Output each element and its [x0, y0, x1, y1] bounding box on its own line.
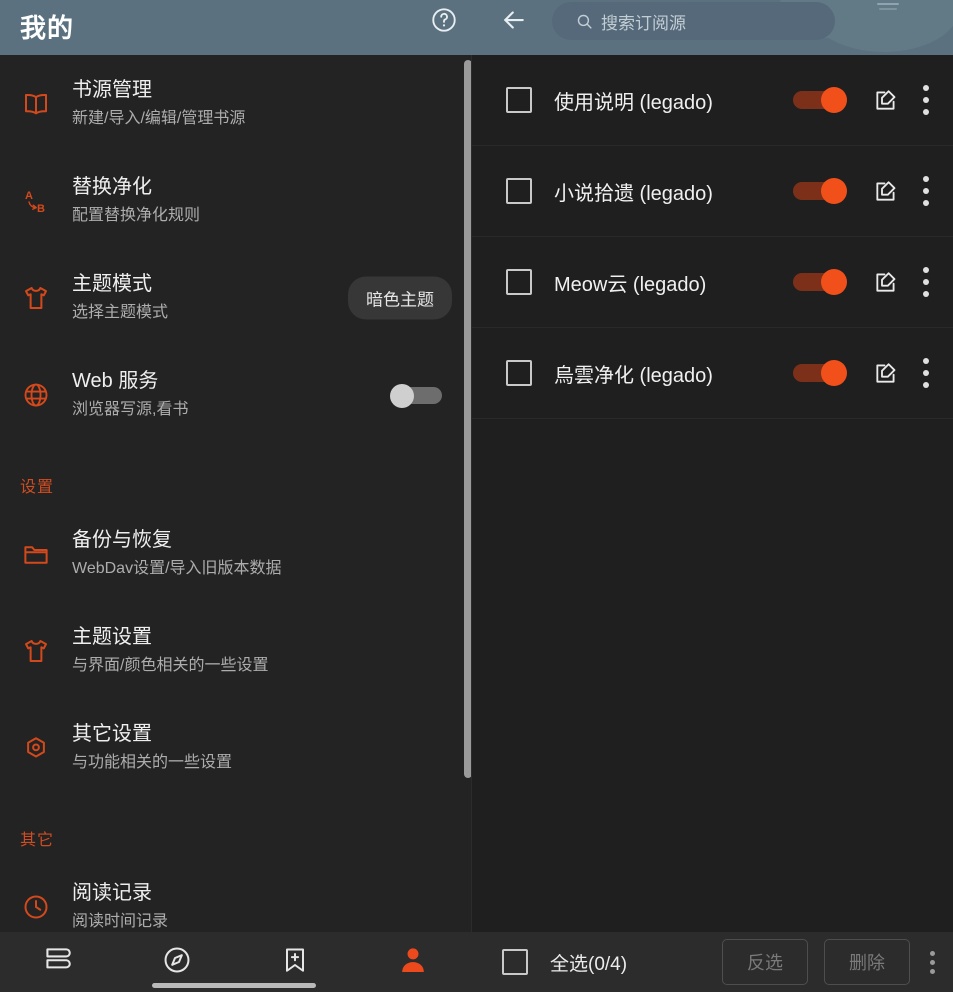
select-all-checkbox[interactable]: [502, 949, 528, 975]
toggle-thumb: [821, 269, 847, 295]
delete-button[interactable]: 删除: [824, 939, 910, 985]
svg-text:A: A: [25, 190, 33, 202]
edit-square-icon[interactable]: [873, 269, 899, 295]
invert-selection-button[interactable]: 反选: [722, 939, 808, 985]
clock-icon: [20, 891, 52, 923]
search-placeholder: 搜索订阅源: [601, 13, 686, 33]
sidebar-item-summary: 新建/导入/编辑/管理书源: [72, 110, 246, 128]
more-vertical-icon[interactable]: [923, 85, 929, 115]
sidebar-item-backup-restore[interactable]: 备份与恢复 WebDav设置/导入旧版本数据: [0, 505, 472, 602]
nav-item-mine[interactable]: [354, 932, 472, 992]
edit-square-icon[interactable]: [873, 87, 899, 113]
row-checkbox[interactable]: [506, 269, 532, 295]
selection-action-bar: 全选(0/4) 反选 删除: [472, 932, 953, 992]
source-name: 烏雲净化 (legado): [554, 364, 713, 387]
toggle-thumb: [821, 360, 847, 386]
sidebar-item-book-source[interactable]: 书源管理 新建/导入/编辑/管理书源: [0, 55, 472, 152]
tshirt-icon: [20, 635, 52, 667]
sidebar-item-summary: 阅读时间记录: [72, 913, 169, 931]
tshirt-icon: [20, 282, 52, 314]
sidebar-item-other-settings[interactable]: 其它设置 与功能相关的一些设置: [0, 699, 472, 796]
sidebar-item-title: 备份与恢复: [72, 529, 172, 552]
source-enable-toggle[interactable]: [793, 178, 847, 204]
bottom-bar: 全选(0/4) 反选 删除: [0, 932, 953, 992]
cloud-line-decoration: [877, 3, 899, 5]
table-row[interactable]: 小说拾遗 (legado): [472, 146, 953, 237]
source-name: 使用说明 (legado): [554, 91, 713, 114]
content-area: 书源管理 新建/导入/编辑/管理书源 A B 替换净化 配置替换净化规则 主题模…: [0, 55, 953, 932]
table-row[interactable]: 使用说明 (legado): [472, 55, 953, 146]
source-list: 使用说明 (legado) 小说拾遗 (legado) Meow云 (legad…: [472, 55, 953, 932]
sidebar-item-web-service[interactable]: Web 服务 浏览器写源,看书: [0, 346, 472, 443]
more-vertical-icon[interactable]: [930, 950, 935, 974]
settings-sidebar: 书源管理 新建/导入/编辑/管理书源 A B 替换净化 配置替换净化规则 主题模…: [0, 55, 472, 932]
more-vertical-icon[interactable]: [923, 358, 929, 388]
sidebar-item-title: 替换净化: [72, 176, 152, 199]
source-enable-toggle[interactable]: [793, 87, 847, 113]
table-row[interactable]: Meow云 (legado): [472, 237, 953, 328]
sidebar-item-summary: 与功能相关的一些设置: [72, 754, 233, 772]
sidebar-item-summary: 配置替换净化规则: [72, 207, 201, 225]
cloud-line-decoration-2: [879, 8, 897, 10]
more-vertical-icon[interactable]: [923, 176, 929, 206]
sidebar-item-title: 主题设置: [72, 626, 152, 649]
row-checkbox[interactable]: [506, 87, 532, 113]
sidebar-item-title: 其它设置: [72, 723, 152, 746]
select-all-label: 全选(0/4): [550, 953, 628, 975]
source-name: Meow云 (legado): [554, 273, 707, 296]
theme-mode-chip[interactable]: 暗色主题: [348, 276, 452, 319]
sidebar-section-other-label: 其它: [20, 832, 55, 849]
source-enable-toggle[interactable]: [793, 269, 847, 295]
nav-item-bookshelf[interactable]: [0, 932, 118, 992]
sidebar-item-read-record[interactable]: 阅读记录 阅读时间记录: [0, 858, 472, 932]
search-input[interactable]: 搜索订阅源: [552, 2, 835, 40]
edit-square-icon[interactable]: [873, 360, 899, 386]
app-header: 我的 搜索订阅源: [0, 0, 953, 55]
app-root: 我的 搜索订阅源 书源管理 新建/导入/编辑/管理书源 A B 替换净化 配置替…: [0, 0, 953, 992]
toggle-thumb: [821, 178, 847, 204]
source-enable-toggle[interactable]: [793, 360, 847, 386]
sidebar-item-title: 书源管理: [72, 79, 152, 102]
svg-text:B: B: [37, 203, 45, 215]
bookshelf-icon: [42, 945, 76, 980]
search-icon: [576, 13, 593, 30]
sidebar-item-summary: 与界面/颜色相关的一些设置: [72, 657, 269, 675]
sidebar-section-settings-label: 设置: [20, 479, 55, 496]
sidebar-item-theme-settings[interactable]: 主题设置 与界面/颜色相关的一些设置: [0, 602, 472, 699]
sidebar-item-theme-mode[interactable]: 主题模式 选择主题模式 暗色主题: [0, 249, 472, 346]
more-vertical-icon[interactable]: [923, 267, 929, 297]
compass-icon: [161, 944, 193, 981]
bookmark-plus-icon: [280, 944, 310, 981]
folder-icon: [20, 538, 52, 570]
sidebar-item-summary: WebDav设置/导入旧版本数据: [72, 560, 282, 578]
help-circle-icon[interactable]: [430, 6, 458, 34]
book-icon: [20, 88, 52, 120]
hex-gear-icon: [20, 732, 52, 764]
row-checkbox[interactable]: [506, 178, 532, 204]
globe-icon: [20, 379, 52, 411]
row-checkbox[interactable]: [506, 360, 532, 386]
sidebar-item-title: 阅读记录: [72, 882, 152, 905]
person-icon: [397, 944, 429, 981]
toggle-thumb: [390, 383, 414, 408]
toggle-thumb: [821, 87, 847, 113]
home-indicator: [152, 983, 316, 988]
sidebar-item-replace-rule[interactable]: A B 替换净化 配置替换净化规则: [0, 152, 472, 249]
web-service-toggle[interactable]: [390, 383, 442, 408]
source-name: 小说拾遗 (legado): [554, 182, 713, 205]
replace-ab-icon: A B: [20, 185, 52, 217]
edit-square-icon[interactable]: [873, 178, 899, 204]
back-arrow-icon[interactable]: [498, 5, 530, 35]
page-title: 我的: [20, 13, 75, 43]
table-row[interactable]: 烏雲净化 (legado): [472, 328, 953, 419]
